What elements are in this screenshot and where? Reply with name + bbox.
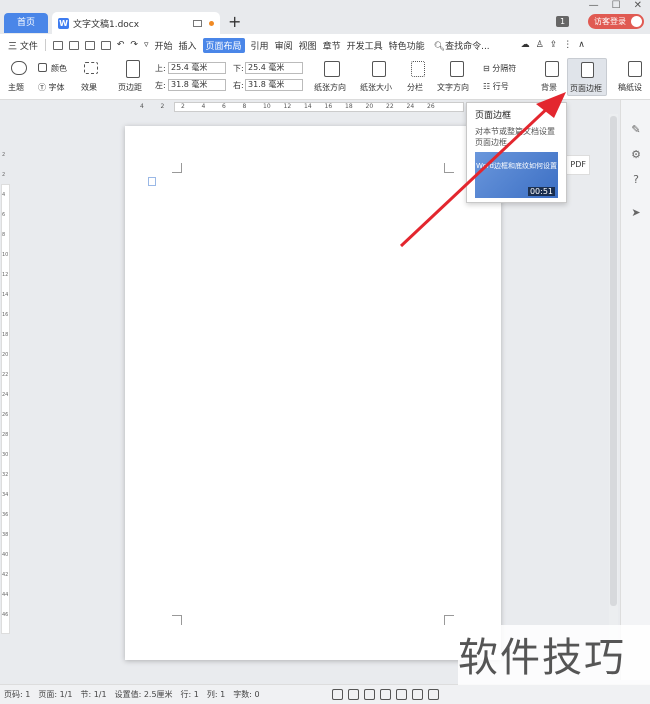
- status-setting: 设置值: 2.5厘米: [114, 690, 173, 699]
- focus-mode-icon[interactable]: [332, 689, 343, 700]
- status-section: 节: 1/1: [80, 690, 107, 699]
- status-bar: 页码: 1 页面: 1/1 节: 1/1 设置值: 2.5厘米 行: 1 列: …: [0, 684, 650, 704]
- eye-protection-icon[interactable]: [428, 689, 439, 700]
- outline-view-icon[interactable]: [396, 689, 407, 700]
- web-view-icon[interactable]: [412, 689, 423, 700]
- reading-view-icon[interactable]: [348, 689, 359, 700]
- edit-view-icon[interactable]: [364, 689, 375, 700]
- status-row: 行: 1: [180, 690, 199, 699]
- status-page-number[interactable]: 页码: 1: [4, 689, 30, 700]
- status-column: 列: 1: [206, 690, 226, 699]
- annotation-arrow: [399, 92, 566, 248]
- page-view-icon[interactable]: [380, 689, 391, 700]
- status-word-count[interactable]: 字数: 0: [233, 689, 259, 700]
- status-pages: 页面: 1/1: [38, 690, 73, 699]
- watermark-text: 软件技巧: [458, 625, 650, 685]
